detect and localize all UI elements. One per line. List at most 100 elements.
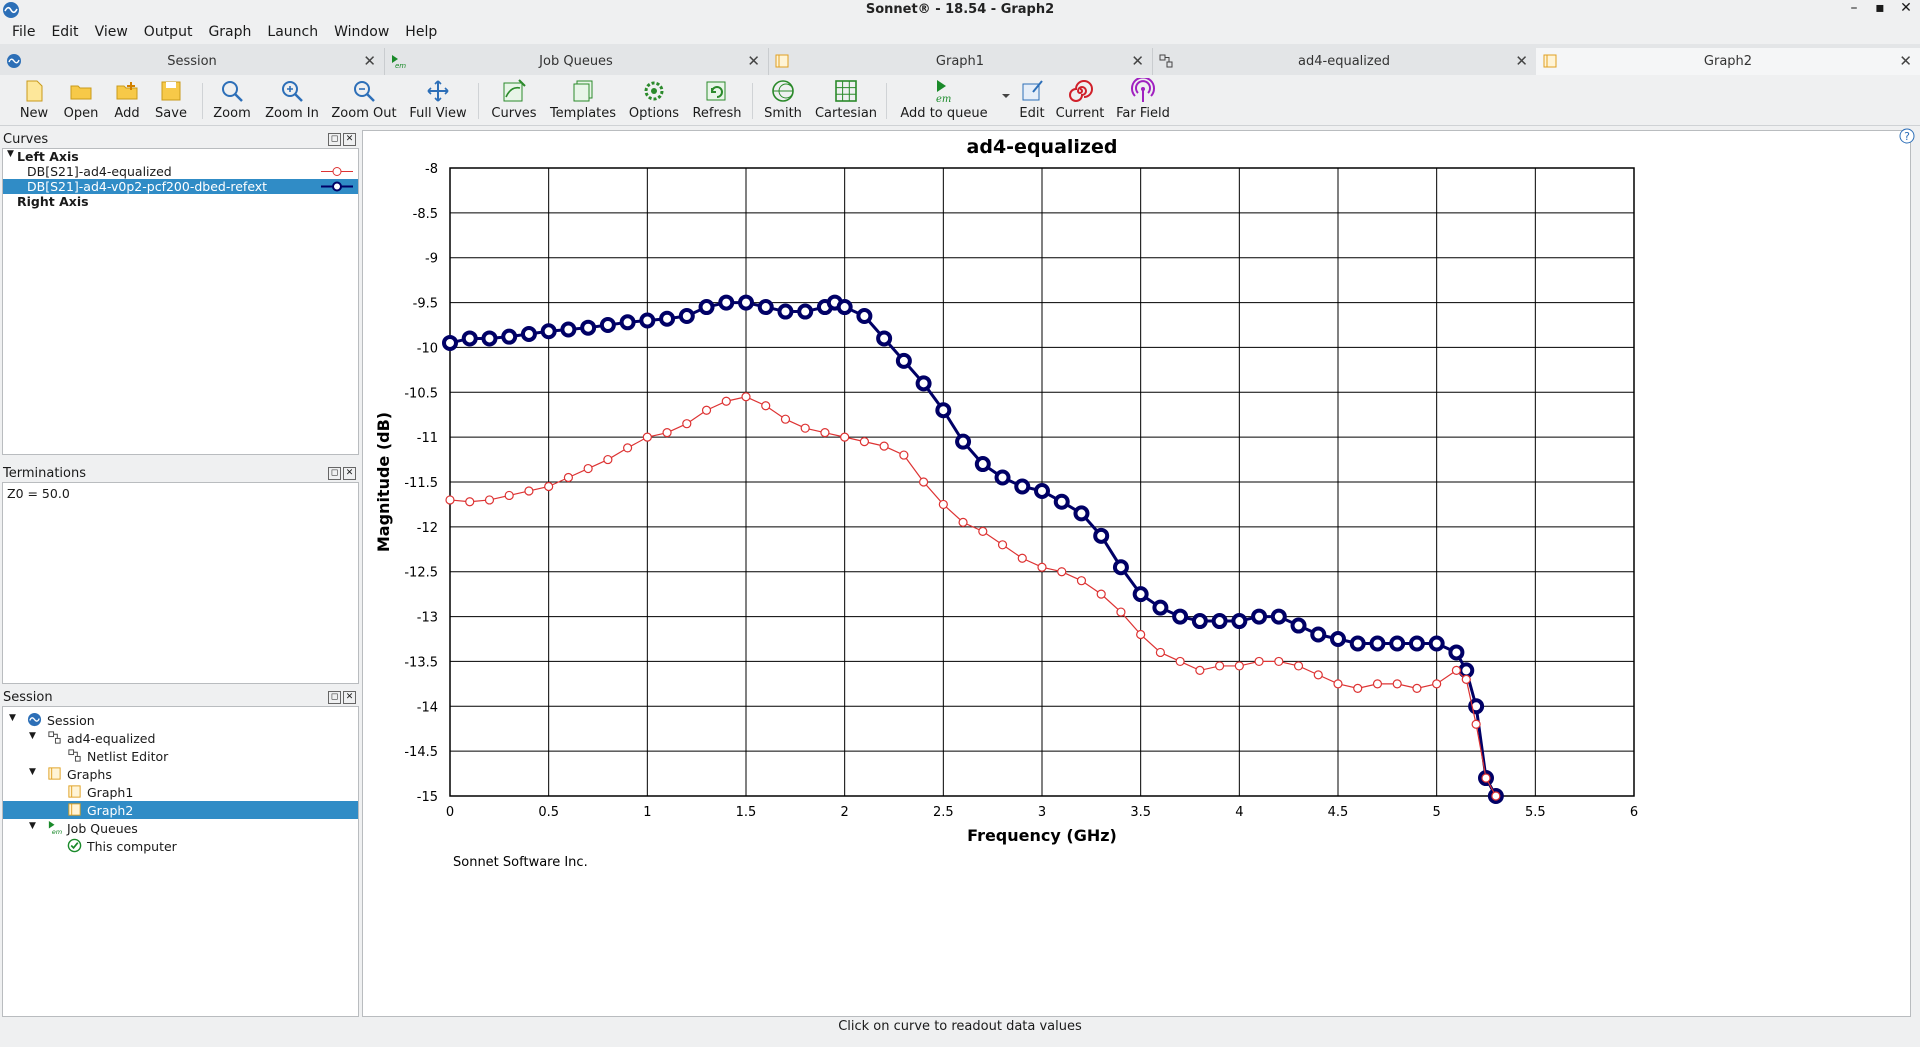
x-tick-label: 4 bbox=[1235, 805, 1243, 820]
series-point-1 bbox=[1191, 613, 1208, 630]
maximize-button[interactable]: ▪ bbox=[1872, 0, 1888, 16]
svg-text:em: em bbox=[936, 94, 951, 104]
menu-help[interactable]: Help bbox=[399, 20, 443, 44]
tree-item-graph1[interactable]: Graph1 bbox=[3, 783, 358, 801]
terminations-panel-header: Terminations ◻ ✕ bbox=[3, 466, 358, 482]
tree-item-session[interactable]: ▼ Session bbox=[3, 711, 358, 729]
menu-output[interactable]: Output bbox=[138, 20, 199, 44]
help-icon[interactable]: ? bbox=[1899, 128, 1915, 144]
netlist-icon bbox=[68, 749, 81, 762]
close-panel-button[interactable]: ✕ bbox=[343, 467, 356, 480]
tab-close-button[interactable]: ✕ bbox=[1515, 52, 1528, 70]
tab-close-button[interactable]: ✕ bbox=[363, 52, 376, 70]
add-to-queue-dropdown[interactable] bbox=[1000, 89, 1012, 104]
tree-item-ad4-equalized[interactable]: ▼ ad4-equalized bbox=[3, 729, 358, 747]
refresh-button[interactable]: Refresh bbox=[690, 78, 744, 121]
tree-row-right-axis[interactable]: Right Axis bbox=[3, 194, 358, 209]
tab-graph2[interactable]: Graph2 ✕ bbox=[1536, 48, 1920, 75]
tab-graph1[interactable]: Graph1 ✕ bbox=[768, 48, 1153, 75]
series-point-1 bbox=[1132, 586, 1149, 603]
series-point-1 bbox=[501, 328, 518, 345]
cartesian-button[interactable]: Cartesian bbox=[814, 78, 878, 121]
series-point-1 bbox=[659, 310, 676, 327]
series-point-2 bbox=[840, 432, 850, 442]
series-point-2 bbox=[800, 423, 810, 433]
series-point-1 bbox=[1211, 613, 1228, 630]
close-panel-button[interactable]: ✕ bbox=[343, 133, 356, 146]
menu-bar: File Edit View Output Graph Launch Windo… bbox=[0, 20, 1920, 44]
tree-item-graphs[interactable]: ▼ Graphs bbox=[3, 765, 358, 783]
series-point-2 bbox=[682, 419, 692, 429]
current-button[interactable]: Current bbox=[1052, 78, 1108, 121]
zoom-out-button[interactable]: Zoom Out bbox=[330, 78, 398, 121]
tree-row-left-axis[interactable]: ▼ Left Axis bbox=[3, 149, 358, 164]
close-window-button[interactable]: ✕ bbox=[1898, 0, 1914, 16]
zoom-in-button[interactable]: Zoom In bbox=[262, 78, 322, 121]
zoom-button[interactable]: Zoom bbox=[210, 78, 254, 121]
curve-item-ad4-equalized[interactable]: DB[S21]-ad4-equalized bbox=[3, 164, 358, 179]
series-point-1 bbox=[599, 317, 616, 333]
float-panel-button[interactable]: ◻ bbox=[328, 467, 341, 480]
tab-job-queues[interactable]: em Job Queues ✕ bbox=[384, 48, 769, 75]
menu-graph[interactable]: Graph bbox=[202, 20, 257, 44]
tree-item-netlist-editor[interactable]: Netlist Editor bbox=[3, 747, 358, 765]
tab-close-button[interactable]: ✕ bbox=[1131, 52, 1144, 70]
menu-launch[interactable]: Launch bbox=[261, 20, 324, 44]
curve-item-ad4-v0p2[interactable]: DB[S21]-ad4-v0p2-pcf200-dbed-refext bbox=[3, 179, 358, 194]
edit-button[interactable]: Edit bbox=[1014, 78, 1050, 121]
y-tick-label: -8.5 bbox=[413, 207, 438, 222]
menu-file[interactable]: File bbox=[6, 20, 41, 44]
close-panel-button[interactable]: ✕ bbox=[343, 691, 356, 704]
open-button[interactable]: Open bbox=[60, 78, 102, 121]
smith-button[interactable]: Smith bbox=[760, 78, 806, 121]
tree-item-job-queues[interactable]: ▼ em Job Queues bbox=[3, 819, 358, 837]
series-point-1 bbox=[560, 321, 577, 338]
float-panel-button[interactable]: ◻ bbox=[328, 691, 341, 704]
edit-icon bbox=[1022, 80, 1043, 101]
add-button[interactable]: Add bbox=[108, 78, 146, 121]
tree-item-this-computer[interactable]: This computer bbox=[3, 837, 358, 855]
curves-panel: Curves ◻ ✕ ▼ Left Axis DB[S21]-ad4-equal… bbox=[2, 132, 359, 455]
x-tick-label: 5.5 bbox=[1525, 805, 1546, 820]
curves-button[interactable]: Curves bbox=[488, 78, 540, 121]
minimize-button[interactable]: – bbox=[1846, 0, 1862, 16]
templates-button[interactable]: Templates bbox=[548, 78, 618, 121]
menu-window[interactable]: Window bbox=[328, 20, 395, 44]
menu-view[interactable]: View bbox=[89, 20, 134, 44]
new-button[interactable]: New bbox=[14, 78, 54, 121]
series-point-1 bbox=[757, 299, 774, 316]
graph-doc-icon bbox=[48, 767, 61, 780]
full-view-button[interactable]: Full View bbox=[406, 78, 470, 121]
options-button[interactable]: Options bbox=[626, 78, 682, 121]
y-tick-label: -8 bbox=[425, 162, 438, 177]
menu-edit[interactable]: Edit bbox=[45, 20, 84, 44]
zoom-icon bbox=[222, 81, 243, 102]
series-point-1 bbox=[1428, 635, 1445, 652]
graph-doc-icon bbox=[68, 803, 81, 816]
far-field-button[interactable]: Far Field bbox=[1112, 78, 1174, 121]
save-button[interactable]: Save bbox=[150, 78, 192, 121]
panel-title: Terminations bbox=[3, 466, 87, 481]
chart-svg[interactable]: ad4-equalized 0 0.5 1 1.5 2 2.5 3 3.5 4 4.5 5 5.5 6 -8… bbox=[363, 131, 1910, 1016]
tab-session[interactable]: Session ✕ bbox=[0, 48, 385, 75]
float-panel-button[interactable]: ◻ bbox=[328, 133, 341, 146]
series-point-1 bbox=[738, 294, 754, 311]
tab-close-button[interactable]: ✕ bbox=[1899, 52, 1912, 70]
tab-ad4-equalized[interactable]: ad4-equalized ✕ bbox=[1152, 48, 1537, 75]
series-point-1 bbox=[895, 352, 912, 369]
tab-close-button[interactable]: ✕ bbox=[747, 52, 760, 70]
series-point-2 bbox=[524, 486, 534, 496]
add-to-queue-button[interactable]: em Add to queue bbox=[896, 78, 992, 121]
save-icon bbox=[161, 81, 181, 101]
series-point-2 bbox=[721, 396, 731, 406]
x-tick-label: 0 bbox=[446, 805, 454, 820]
series-point-1 bbox=[1330, 631, 1346, 647]
series-point-2 bbox=[1412, 683, 1422, 693]
y-tick-label: -14 bbox=[417, 700, 438, 715]
graph-area[interactable]: ad4-equalized 0 0.5 1 1.5 2 2.5 3 3.5 4 4.5 5 5.5 6 -8… bbox=[362, 130, 1911, 1017]
session-panel-header: Session ◻ ✕ bbox=[3, 690, 358, 706]
tree-item-graph2[interactable]: Graph2 bbox=[3, 801, 358, 819]
current-icon bbox=[1069, 80, 1093, 102]
zoom-in-icon bbox=[282, 81, 303, 102]
x-tick-label: 0.5 bbox=[538, 805, 559, 820]
